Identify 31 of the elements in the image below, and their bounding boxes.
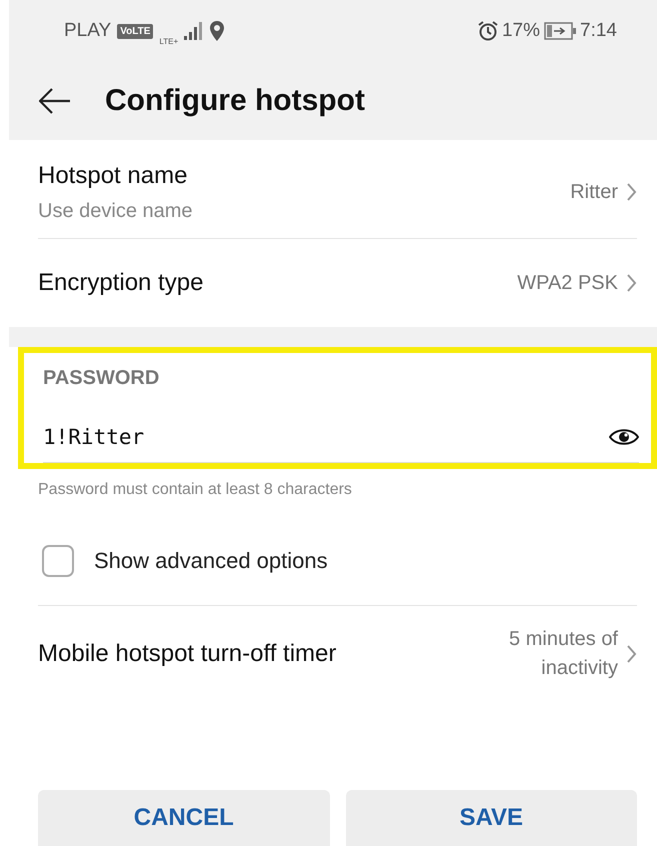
checkbox-label: Show advanced options bbox=[94, 548, 328, 574]
chevron-right-icon bbox=[626, 644, 637, 664]
status-time: 7:14 bbox=[580, 20, 617, 42]
setting-value: 5 minutes of inactivity bbox=[508, 627, 618, 681]
setting-row[interactable]: Encryption type WPA2 PSK bbox=[38, 239, 637, 327]
checkbox[interactable] bbox=[42, 545, 74, 577]
signal-icon bbox=[184, 22, 204, 40]
save-button[interactable]: SAVE bbox=[346, 790, 637, 846]
field-label: PASSWORD bbox=[43, 367, 160, 390]
setting-value: Ritter bbox=[570, 180, 618, 204]
eye-icon[interactable] bbox=[609, 427, 639, 447]
chevron-right-icon bbox=[626, 273, 637, 293]
screen-title: Configure hotspot bbox=[105, 84, 365, 118]
carrier-name: PLAY bbox=[64, 20, 112, 42]
back-arrow-icon[interactable] bbox=[39, 88, 71, 114]
chevron-right-icon bbox=[626, 182, 637, 202]
network-type: LTE+ bbox=[159, 36, 178, 46]
setting-description: Use device name bbox=[38, 200, 193, 222]
alarm-icon bbox=[478, 21, 498, 41]
setting-row[interactable]: Mobile hotspot turn-off timer 5 minutes of inactivity bbox=[38, 610, 637, 698]
volte-badge: VoLTE bbox=[117, 24, 154, 38]
battery-icon bbox=[544, 22, 576, 40]
setting-label: Encryption type bbox=[38, 269, 204, 297]
setting-label: Mobile hotspot turn-off timer bbox=[38, 640, 336, 668]
battery-percent: 17% bbox=[502, 20, 540, 42]
cancel-button[interactable]: CANCEL bbox=[38, 790, 330, 846]
setting-label: Hotspot name bbox=[38, 162, 188, 190]
password-hint: Password must contain at least 8 characters bbox=[38, 481, 352, 499]
setting-value: WPA2 PSK bbox=[517, 272, 618, 294]
password-field[interactable]: 1!Ritter bbox=[43, 420, 609, 454]
location-icon bbox=[210, 21, 224, 41]
